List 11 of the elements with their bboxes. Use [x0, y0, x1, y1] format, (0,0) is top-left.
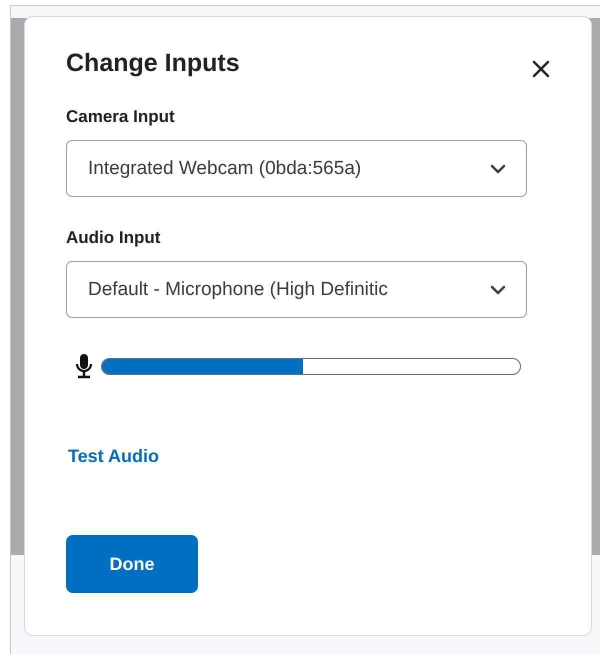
close-icon	[531, 59, 551, 79]
chevron-down-icon	[490, 164, 506, 174]
dropdown-field[interactable]: Default - Microphone (High Definitic	[66, 261, 527, 318]
microphone-icon	[75, 354, 93, 379]
field-label: Camera Input	[66, 107, 176, 127]
field-label: Audio Input	[66, 228, 162, 248]
chevron-down-icon	[490, 284, 506, 294]
dropdown-field[interactable]: Integrated Webcam (0bda:565a)	[66, 140, 527, 197]
done-button[interactable]: Done	[66, 535, 198, 593]
test-audio-link[interactable]: Test Audio	[68, 446, 159, 467]
dialog-title: Change Inputs	[66, 48, 240, 78]
